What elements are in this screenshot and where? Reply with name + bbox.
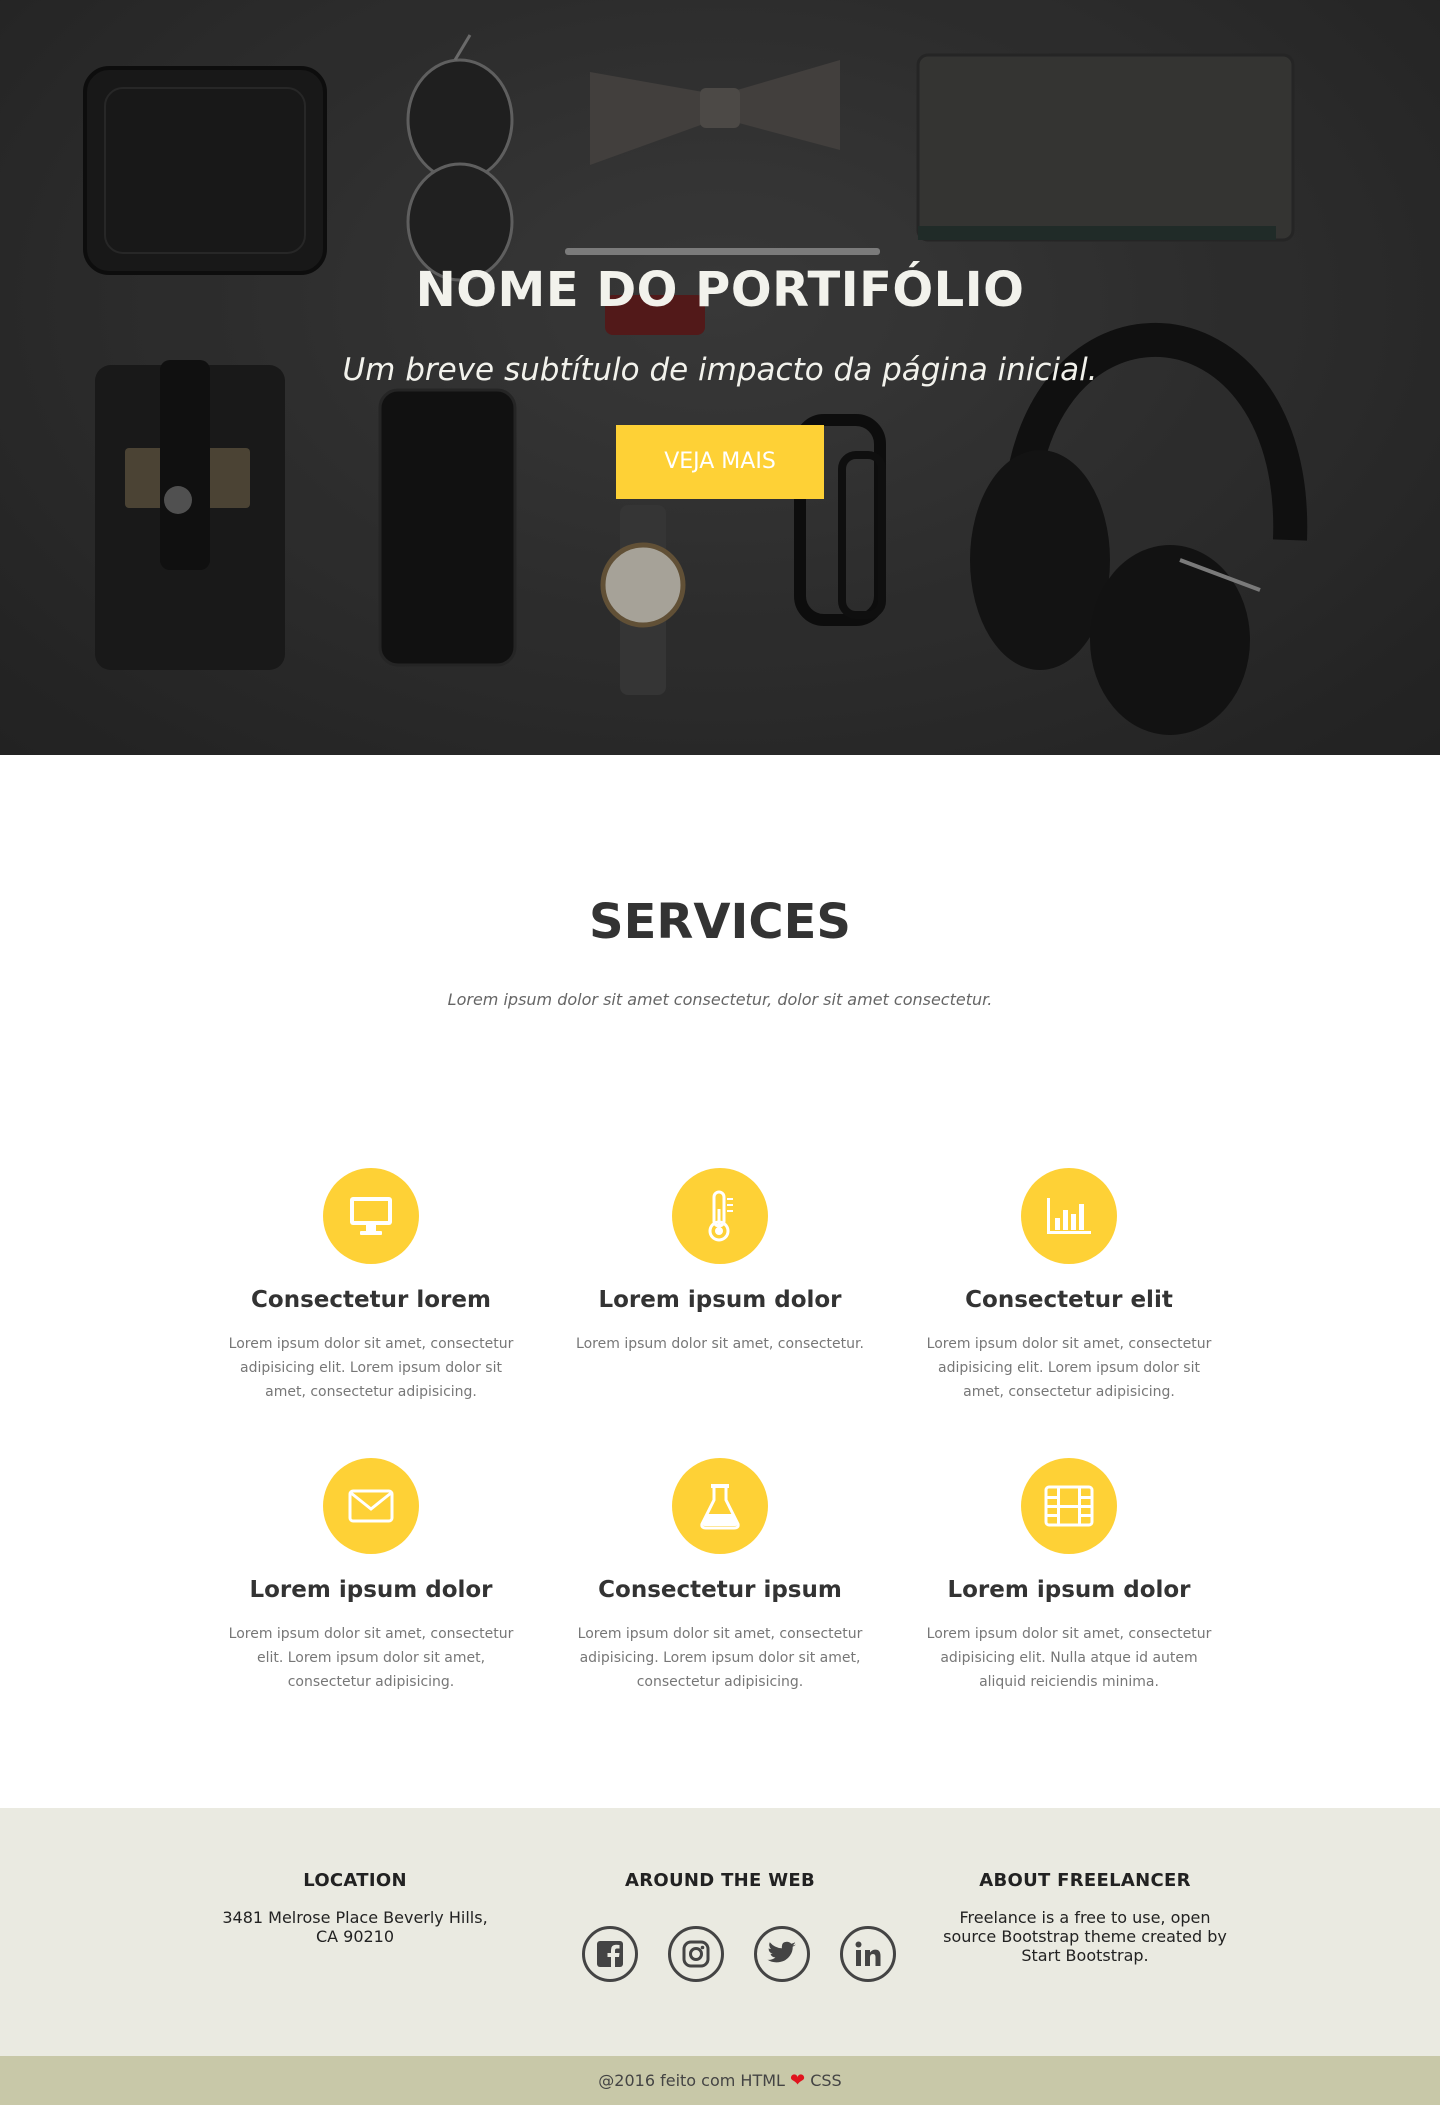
service-card: Consectetur ipsum Lorem ipsum dolor sit … <box>560 1458 880 1694</box>
location-text: 3481 Melrose Place Beverly Hills, CA 902… <box>222 1908 488 1946</box>
footer: LOCATION 3481 Melrose Place Beverly Hill… <box>0 1808 1440 2056</box>
copyright-suffix: CSS <box>810 2071 842 2090</box>
about-column: ABOUT FREELANCER Freelance is a free to … <box>940 1870 1230 1965</box>
envelope-icon <box>323 1458 419 1554</box>
hero-subtitle: Um breve subtítulo de impacto da página … <box>342 352 1098 388</box>
twitter-icon[interactable] <box>754 1926 810 1982</box>
service-text: Lorem ipsum dolor sit amet, consectetur … <box>577 1626 863 1690</box>
service-title: Consectetur lorem <box>251 1287 491 1313</box>
copyright-prefix: @2016 feito com HTML <box>598 2071 785 2090</box>
service-card: Consectetur elit Lorem ipsum dolor sit a… <box>909 1168 1229 1404</box>
thermometer-icon <box>672 1168 768 1264</box>
heart-icon: ❤ <box>790 2070 806 2091</box>
service-title: Lorem ipsum dolor <box>249 1577 493 1603</box>
service-text: Lorem ipsum dolor sit amet, consectetur … <box>926 1626 1212 1690</box>
location-title: LOCATION <box>303 1870 407 1891</box>
flask-icon <box>672 1458 768 1554</box>
service-title: Lorem ipsum dolor <box>947 1577 1191 1603</box>
see-more-button[interactable]: VEJA MAIS <box>616 425 824 499</box>
copyright-bar: @2016 feito com HTML ❤ CSS <box>0 2056 1440 2105</box>
hero-section: NOME DO PORTIFÓLIO Um breve subtítulo de… <box>0 0 1440 755</box>
film-icon <box>1021 1458 1117 1554</box>
service-card: Lorem ipsum dolor Lorem ipsum dolor sit … <box>560 1168 880 1356</box>
services-subtitle: Lorem ipsum dolor sit amet consectetur, … <box>447 990 993 1009</box>
facebook-icon[interactable] <box>582 1926 638 1982</box>
instagram-icon[interactable] <box>668 1926 724 1982</box>
location-column: LOCATION 3481 Melrose Place Beverly Hill… <box>210 1870 500 1946</box>
about-text: Freelance is a free to use, open source … <box>943 1908 1227 1965</box>
service-card: Consectetur lorem Lorem ipsum dolor sit … <box>211 1168 531 1404</box>
services-title: SERVICES <box>589 894 851 950</box>
service-text: Lorem ipsum dolor sit amet, consectetur … <box>228 1626 514 1690</box>
service-card: Lorem ipsum dolor Lorem ipsum dolor sit … <box>211 1458 531 1694</box>
bar-chart-icon <box>1021 1168 1117 1264</box>
linkedin-icon[interactable] <box>840 1926 896 1982</box>
hero-title: NOME DO PORTIFÓLIO <box>415 262 1025 318</box>
service-text: Lorem ipsum dolor sit amet, consectetur … <box>228 1336 514 1400</box>
service-title: Consectetur elit <box>965 1287 1173 1313</box>
desktop-icon <box>323 1168 419 1264</box>
around-the-web-column: AROUND THE WEB <box>560 1870 880 1891</box>
service-text: Lorem ipsum dolor sit amet, consectetur. <box>576 1336 864 1352</box>
service-text: Lorem ipsum dolor sit amet, consectetur … <box>926 1336 1212 1400</box>
around-the-web-title: AROUND THE WEB <box>625 1870 815 1891</box>
service-title: Lorem ipsum dolor <box>598 1287 842 1313</box>
about-title: ABOUT FREELANCER <box>979 1870 1191 1891</box>
service-card: Lorem ipsum dolor Lorem ipsum dolor sit … <box>909 1458 1229 1694</box>
service-title: Consectetur ipsum <box>598 1577 842 1603</box>
